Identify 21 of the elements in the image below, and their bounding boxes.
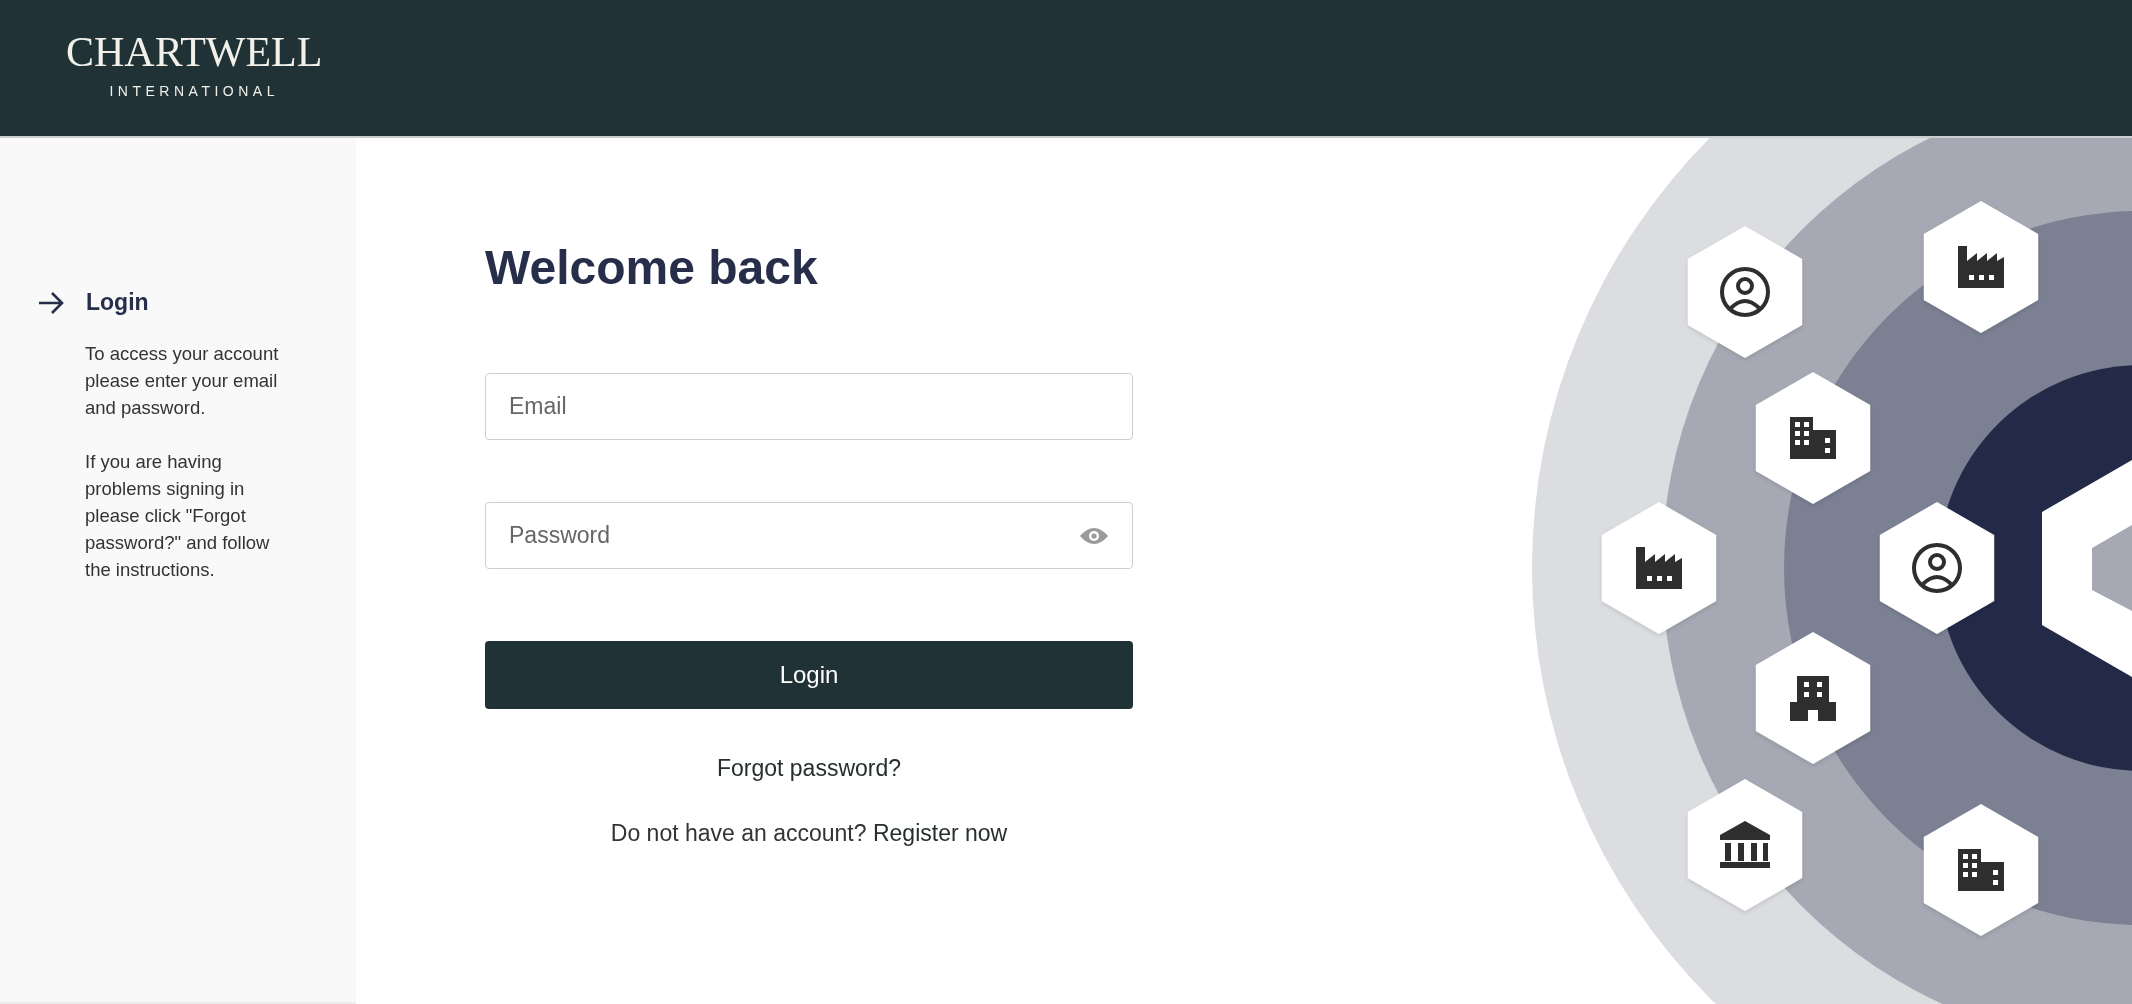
- page-title: Welcome back: [485, 242, 819, 295]
- help-text: If you are having problems signing in please click "Forgot password?" and follow the instructions.: [85, 450, 271, 582]
- password-field[interactable]: Password: [485, 501, 1133, 569]
- email-field[interactable]: Email: [485, 372, 1133, 440]
- bank-icon: [1720, 821, 1770, 868]
- person-icon: [1912, 543, 1962, 593]
- logo-wordmark[interactable]: CHARTWELL: [66, 31, 323, 73]
- register-link[interactable]: Register now: [872, 819, 1008, 846]
- help-text: To access your account please enter your email and password.: [85, 342, 280, 420]
- login-button[interactable]: Login: [485, 640, 1133, 709]
- factory-icon: [1958, 246, 2004, 288]
- office-building-icon: [1790, 676, 1836, 721]
- forgot-password-link[interactable]: Forgot password?: [716, 754, 902, 782]
- logo-tagline: INTERNATIONAL: [109, 83, 279, 99]
- buildings-icon: [1790, 417, 1836, 459]
- factory-icon: [1636, 547, 1682, 589]
- eye-icon[interactable]: [1079, 525, 1109, 546]
- person-icon: [1720, 267, 1770, 317]
- buildings-icon: [1958, 849, 2004, 891]
- step-label[interactable]: Login: [86, 289, 149, 316]
- register-prompt: Do not have an account? Register now: [610, 819, 1008, 847]
